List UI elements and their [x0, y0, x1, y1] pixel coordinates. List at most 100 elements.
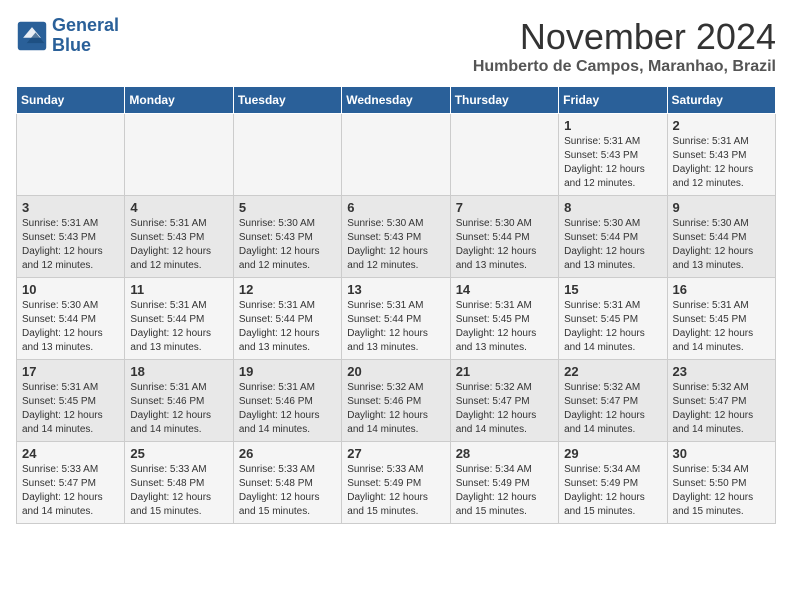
- day-number: 6: [347, 200, 444, 215]
- day-number: 23: [673, 364, 770, 379]
- day-info: Sunrise: 5:31 AMSunset: 5:45 PMDaylight:…: [673, 299, 770, 355]
- day-number: 28: [456, 446, 553, 461]
- day-number: 15: [564, 282, 661, 297]
- day-number: 14: [456, 282, 553, 297]
- calendar-cell: 14 Sunrise: 5:31 AMSunset: 5:45 PMDayligh…: [450, 278, 558, 360]
- calendar-cell: 28 Sunrise: 5:34 AMSunset: 5:49 PMDayligh…: [450, 442, 558, 524]
- weekday-header: Tuesday: [233, 87, 341, 114]
- day-number: 22: [564, 364, 661, 379]
- calendar-cell: 4Sunrise: 5:31 AMSunset: 5:43 PMDaylight…: [125, 196, 233, 278]
- day-info: Sunrise: 5:33 AMSunset: 5:48 PMDaylight:…: [130, 463, 227, 519]
- location: Humberto de Campos, Maranhao, Brazil: [473, 58, 776, 76]
- calendar-cell: 26 Sunrise: 5:33 AMSunset: 5:48 PMDayligh…: [233, 442, 341, 524]
- day-number: 1: [564, 118, 661, 133]
- calendar-cell: [342, 114, 450, 196]
- day-number: 16: [673, 282, 770, 297]
- day-info: Sunrise: 5:31 AMSunset: 5:44 PMDaylight:…: [239, 299, 336, 355]
- calendar-cell: 9 Sunrise: 5:30 AMSunset: 5:44 PMDaylight…: [667, 196, 775, 278]
- calendar-cell: 25 Sunrise: 5:33 AMSunset: 5:48 PMDayligh…: [125, 442, 233, 524]
- logo: General Blue: [16, 16, 119, 56]
- logo-line1: General: [52, 15, 119, 35]
- day-number: 24: [22, 446, 119, 461]
- calendar-cell: 11 Sunrise: 5:31 AMSunset: 5:44 PMDayligh…: [125, 278, 233, 360]
- calendar-cell: [233, 114, 341, 196]
- calendar-cell: 17Sunrise: 5:31 AMSunset: 5:45 PMDayligh…: [17, 360, 125, 442]
- calendar-cell: 19 Sunrise: 5:31 AMSunset: 5:46 PMDayligh…: [233, 360, 341, 442]
- weekday-header: Thursday: [450, 87, 558, 114]
- day-info: Sunrise: 5:31 AMSunset: 5:43 PMDaylight:…: [673, 135, 770, 191]
- calendar-cell: 1 Sunrise: 5:31 AMSunset: 5:43 PMDaylight…: [559, 114, 667, 196]
- day-number: 10: [22, 282, 119, 297]
- day-info: Sunrise: 5:31 AMSunset: 5:45 PMDaylight:…: [564, 299, 661, 355]
- calendar-cell: 6 Sunrise: 5:30 AMSunset: 5:43 PMDaylight…: [342, 196, 450, 278]
- day-info: Sunrise: 5:32 AMSunset: 5:47 PMDaylight:…: [673, 381, 770, 437]
- calendar-cell: 5 Sunrise: 5:30 AMSunset: 5:43 PMDaylight…: [233, 196, 341, 278]
- calendar-cell: [450, 114, 558, 196]
- day-number: 5: [239, 200, 336, 215]
- day-info: Sunrise: 5:31 AMSunset: 5:46 PMDaylight:…: [130, 381, 227, 437]
- logo-text: General Blue: [52, 16, 119, 56]
- day-number: 21: [456, 364, 553, 379]
- calendar-cell: 20Sunrise: 5:32 AMSunset: 5:46 PMDayligh…: [342, 360, 450, 442]
- day-info: Sunrise: 5:32 AMSunset: 5:47 PMDaylight:…: [456, 381, 553, 437]
- day-number: 13: [347, 282, 444, 297]
- day-number: 8: [564, 200, 661, 215]
- day-info: Sunrise: 5:30 AMSunset: 5:44 PMDaylight:…: [456, 217, 553, 273]
- day-info: Sunrise: 5:30 AMSunset: 5:43 PMDaylight:…: [239, 217, 336, 273]
- page-header: General Blue November 2024 Humberto de C…: [16, 16, 776, 76]
- calendar-cell: 8Sunrise: 5:30 AMSunset: 5:44 PMDaylight…: [559, 196, 667, 278]
- day-number: 2: [673, 118, 770, 133]
- weekday-header: Monday: [125, 87, 233, 114]
- day-info: Sunrise: 5:31 AMSunset: 5:43 PMDaylight:…: [564, 135, 661, 191]
- day-number: 18: [130, 364, 227, 379]
- day-number: 12: [239, 282, 336, 297]
- day-info: Sunrise: 5:32 AMSunset: 5:46 PMDaylight:…: [347, 381, 444, 437]
- day-info: Sunrise: 5:34 AMSunset: 5:49 PMDaylight:…: [456, 463, 553, 519]
- calendar-cell: 10Sunrise: 5:30 AMSunset: 5:44 PMDayligh…: [17, 278, 125, 360]
- calendar-week-row: 1 Sunrise: 5:31 AMSunset: 5:43 PMDaylight…: [17, 114, 776, 196]
- day-number: 25: [130, 446, 227, 461]
- calendar-table: SundayMondayTuesdayWednesdayThursdayFrid…: [16, 86, 776, 524]
- day-number: 29: [564, 446, 661, 461]
- day-number: 7: [456, 200, 553, 215]
- day-number: 4: [130, 200, 227, 215]
- calendar-cell: 3 Sunrise: 5:31 AMSunset: 5:43 PMDaylight…: [17, 196, 125, 278]
- day-info: Sunrise: 5:33 AMSunset: 5:48 PMDaylight:…: [239, 463, 336, 519]
- logo-line2: Blue: [52, 35, 91, 55]
- month-year: November 2024: [473, 16, 776, 58]
- calendar-header-row: SundayMondayTuesdayWednesdayThursdayFrid…: [17, 87, 776, 114]
- day-info: Sunrise: 5:31 AMSunset: 5:46 PMDaylight:…: [239, 381, 336, 437]
- weekday-header: Wednesday: [342, 87, 450, 114]
- calendar-cell: 7 Sunrise: 5:30 AMSunset: 5:44 PMDaylight…: [450, 196, 558, 278]
- day-number: 3: [22, 200, 119, 215]
- day-info: Sunrise: 5:34 AMSunset: 5:49 PMDaylight:…: [564, 463, 661, 519]
- calendar-cell: 27Sunrise: 5:33 AMSunset: 5:49 PMDayligh…: [342, 442, 450, 524]
- day-number: 30: [673, 446, 770, 461]
- day-number: 27: [347, 446, 444, 461]
- day-number: 26: [239, 446, 336, 461]
- day-info: Sunrise: 5:31 AMSunset: 5:45 PMDaylight:…: [456, 299, 553, 355]
- day-number: 19: [239, 364, 336, 379]
- calendar-cell: 2 Sunrise: 5:31 AMSunset: 5:43 PMDaylight…: [667, 114, 775, 196]
- calendar-cell: 13Sunrise: 5:31 AMSunset: 5:44 PMDayligh…: [342, 278, 450, 360]
- calendar-week-row: 10Sunrise: 5:30 AMSunset: 5:44 PMDayligh…: [17, 278, 776, 360]
- calendar-cell: 15 Sunrise: 5:31 AMSunset: 5:45 PMDayligh…: [559, 278, 667, 360]
- day-info: Sunrise: 5:31 AMSunset: 5:44 PMDaylight:…: [130, 299, 227, 355]
- calendar-cell: 21 Sunrise: 5:32 AMSunset: 5:47 PMDayligh…: [450, 360, 558, 442]
- day-number: 11: [130, 282, 227, 297]
- day-info: Sunrise: 5:31 AMSunset: 5:43 PMDaylight:…: [22, 217, 119, 273]
- calendar-week-row: 3 Sunrise: 5:31 AMSunset: 5:43 PMDaylight…: [17, 196, 776, 278]
- calendar-cell: 22 Sunrise: 5:32 AMSunset: 5:47 PMDayligh…: [559, 360, 667, 442]
- calendar-cell: [17, 114, 125, 196]
- weekday-header: Saturday: [667, 87, 775, 114]
- day-info: Sunrise: 5:30 AMSunset: 5:44 PMDaylight:…: [673, 217, 770, 273]
- calendar-cell: 23 Sunrise: 5:32 AMSunset: 5:47 PMDayligh…: [667, 360, 775, 442]
- calendar-week-row: 17Sunrise: 5:31 AMSunset: 5:45 PMDayligh…: [17, 360, 776, 442]
- weekday-header: Friday: [559, 87, 667, 114]
- day-info: Sunrise: 5:32 AMSunset: 5:47 PMDaylight:…: [564, 381, 661, 437]
- day-number: 9: [673, 200, 770, 215]
- day-info: Sunrise: 5:30 AMSunset: 5:43 PMDaylight:…: [347, 217, 444, 273]
- day-info: Sunrise: 5:31 AMSunset: 5:45 PMDaylight:…: [22, 381, 119, 437]
- calendar-cell: [125, 114, 233, 196]
- weekday-header: Sunday: [17, 87, 125, 114]
